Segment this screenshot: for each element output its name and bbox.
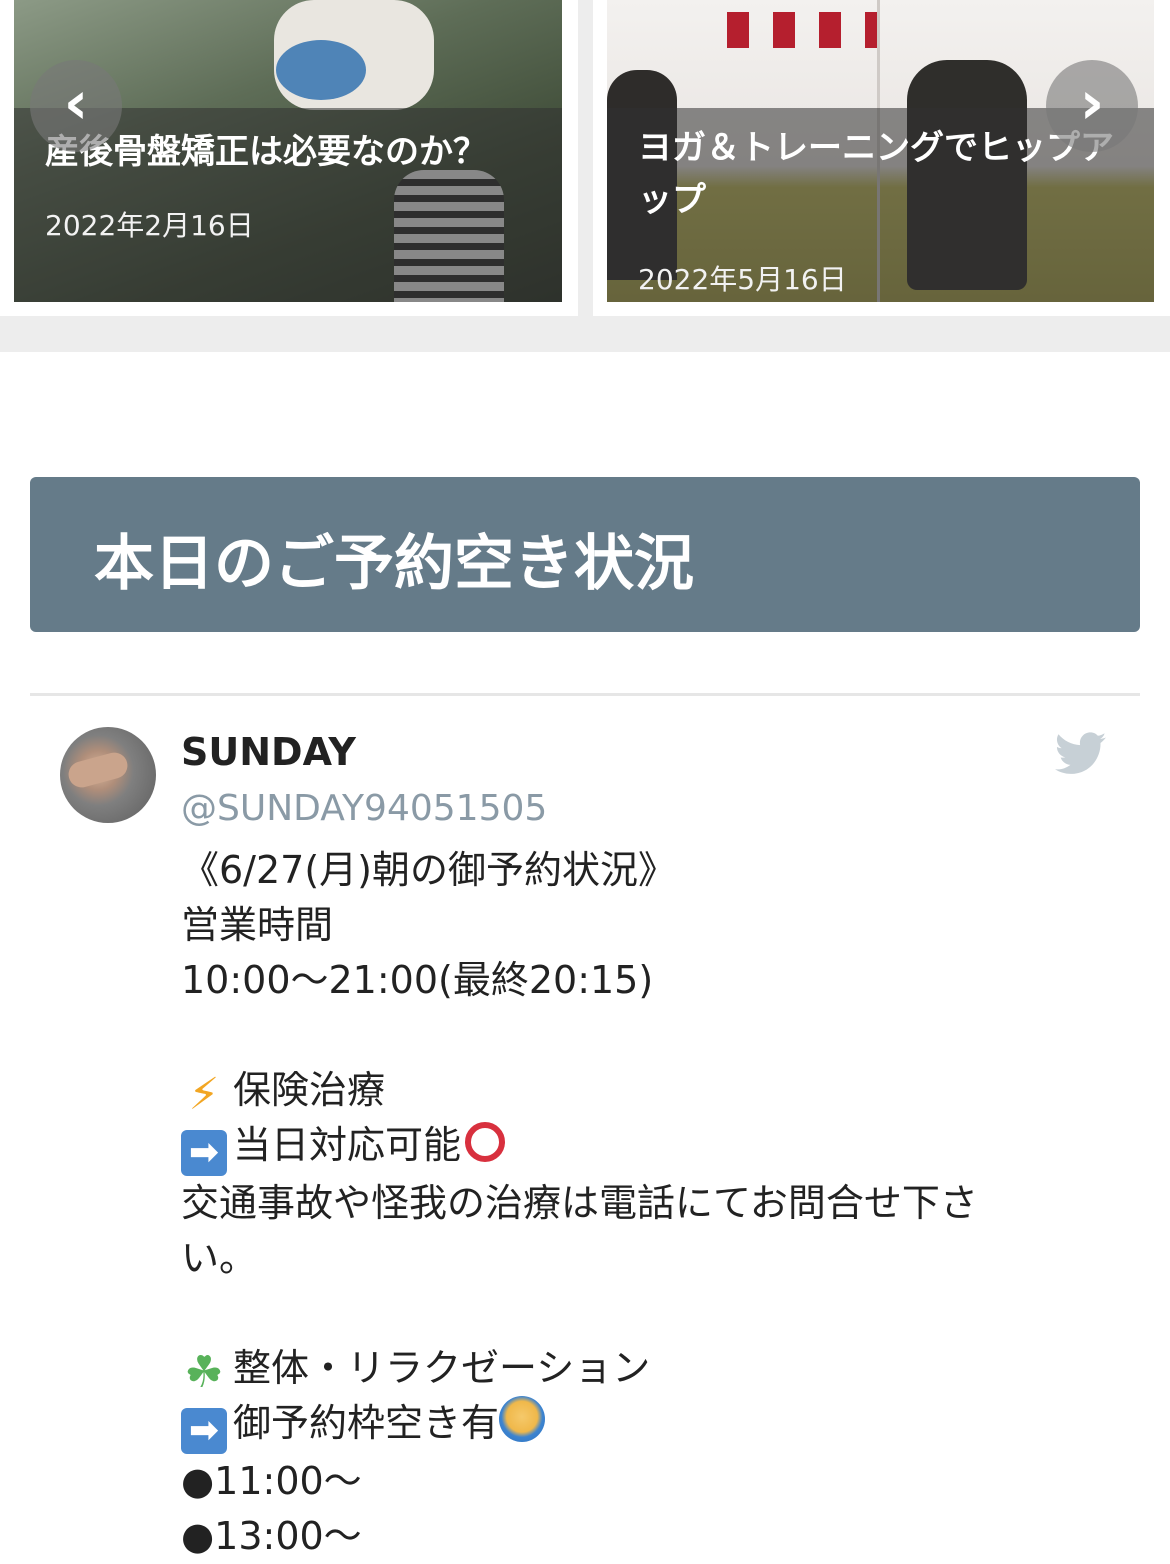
same-day-label: 当日対応可能 — [233, 1123, 462, 1167]
boxing-gloves — [727, 12, 877, 48]
tweet-line-8: い。 — [181, 1236, 258, 1280]
tweet-line-3: 10:00〜21:00(最終20:15) — [181, 958, 654, 1002]
insurance-label: 保険治療 — [233, 1068, 386, 1112]
tweet-author-name[interactable]: SUNDAY — [181, 730, 356, 774]
tweet-line-same-day: ➡ 当日対応可能 — [181, 1118, 1081, 1176]
avatar[interactable] — [60, 727, 156, 823]
post-date-2: 2022年5月16日 — [638, 263, 847, 296]
post-thumbnail-1[interactable]: 産後骨盤矯正は必要なのか？ 2022年2月16日 — [14, 0, 562, 302]
post-card-2[interactable]: ヨガ＆トレーニングでヒップアップ 2022年5月16日 — [593, 0, 1170, 316]
available-label: 御予約枠空き有 — [233, 1401, 500, 1445]
carousel-prev-button[interactable]: ‹ — [30, 60, 122, 152]
post-title-1[interactable]: 産後骨盤矯正は必要なのか？ — [45, 126, 542, 178]
baby-hat — [276, 40, 366, 100]
chevron-left-icon: ‹ — [63, 68, 89, 138]
right-arrow-emoji: ➡ — [181, 1408, 227, 1454]
right-arrow-emoji: ➡ — [181, 1130, 227, 1176]
tweet-line-blank-2 — [181, 1286, 1081, 1341]
tweet-line-slot-2: ●13:00〜 — [181, 1514, 362, 1558]
post-card-1[interactable]: 産後骨盤矯正は必要なのか？ 2022年2月16日 — [0, 0, 578, 316]
tweet-line-available: ➡ 御予約枠空き有 — [181, 1396, 1081, 1454]
red-circle-emoji — [465, 1122, 506, 1162]
tweet-line-2: 営業時間 — [181, 903, 334, 947]
hands-photo — [65, 749, 131, 791]
tweet-line-1: 《6/27(月)朝の御予約状況》 — [181, 848, 676, 892]
twitter-bird-icon[interactable] — [1055, 732, 1107, 776]
post-date-1: 2022年2月16日 — [45, 209, 254, 242]
tweet-text: 《6/27(月)朝の御予約状況》 営業時間 10:00〜21:00(最終20:1… — [181, 843, 1081, 1564]
related-posts-carousel: 産後骨盤矯正は必要なのか？ 2022年2月16日 ヨガ＆トレーニングでヒップアッ… — [0, 0, 1170, 352]
high-voltage-emoji: ⚡ — [188, 1069, 220, 1120]
section-title: 本日のご予約空き状況 — [94, 529, 694, 599]
divider — [30, 693, 1140, 696]
carousel-next-button[interactable]: › — [1046, 60, 1138, 152]
person-gesturing-ok-emoji — [499, 1396, 546, 1442]
chevron-right-icon: › — [1079, 68, 1105, 138]
tweet-line-slot-1: ●11:00〜 — [181, 1459, 362, 1503]
tweet-line-7: 交通事故や怪我の治療は電話にてお問合せ下さ — [181, 1181, 978, 1225]
four-leaf-clover-emoji: ☘ — [184, 1347, 224, 1398]
tweet-line-seitai: ☘ 整体・リラクゼーション — [181, 1341, 1081, 1396]
availability-heading: 本日のご予約空き状況 — [30, 477, 1140, 632]
tweet-line-insurance: ⚡ 保険治療 — [181, 1063, 1081, 1118]
seitai-label: 整体・リラクゼーション — [233, 1346, 651, 1390]
tweet-author-handle[interactable]: @SUNDAY94051505 — [181, 788, 547, 829]
post-thumbnail-2[interactable]: ヨガ＆トレーニングでヒップアップ 2022年5月16日 — [607, 0, 1154, 302]
